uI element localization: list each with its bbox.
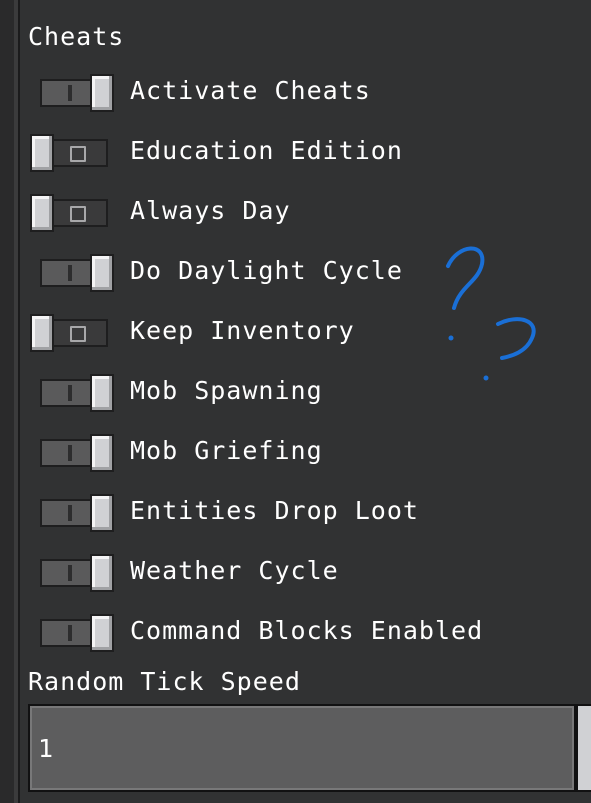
toggle-off-circle-icon [70,326,86,342]
toggle-knob[interactable] [90,554,114,592]
toggle-keep-inventory[interactable] [30,314,108,352]
toggle-off-circle-icon [70,206,86,222]
toggle-knob[interactable] [30,314,54,352]
toggle-mob-griefing[interactable] [40,434,118,472]
toggle-label: Mob Griefing [130,436,323,465]
toggle-label: Weather Cycle [130,556,339,585]
toggle-label: Activate Cheats [130,76,371,105]
random-tick-speed-label: Random Tick Speed [28,667,301,696]
toggle-do-daylight-cycle[interactable] [40,254,118,292]
toggle-knob[interactable] [90,74,114,112]
field-side-button[interactable] [576,704,591,792]
toggle-on-bar-icon [68,445,72,461]
toggle-command-blocks-enabled[interactable] [40,614,118,652]
toggle-on-bar-icon [68,505,72,521]
toggle-row-mob-griefing: Mob Griefing [0,427,591,477]
toggle-knob[interactable] [90,494,114,532]
toggle-on-bar-icon [68,625,72,641]
toggle-label: Entities Drop Loot [130,496,419,525]
toggle-activate-cheats[interactable] [40,74,118,112]
toggle-row-entities-drop-loot: Entities Drop Loot [0,487,591,537]
toggle-row-weather-cycle: Weather Cycle [0,547,591,597]
random-tick-speed-value: 1 [38,734,54,763]
toggle-label: Education Edition [130,136,403,165]
toggle-on-bar-icon [68,85,72,101]
toggle-row-command-blocks-enabled: Command Blocks Enabled [0,607,591,657]
random-tick-speed-input[interactable]: 1 [28,704,576,792]
toggle-education-edition[interactable] [30,134,108,172]
toggle-on-bar-icon [68,265,72,281]
toggle-knob[interactable] [90,434,114,472]
toggle-label: Command Blocks Enabled [130,616,484,645]
toggle-label: Do Daylight Cycle [130,256,403,285]
toggle-knob[interactable] [30,194,54,232]
toggle-entities-drop-loot[interactable] [40,494,118,532]
section-title-cheats: Cheats [28,22,125,51]
toggle-knob[interactable] [90,374,114,412]
toggle-row-activate-cheats: Activate Cheats [0,67,591,117]
toggle-label: Always Day [130,196,291,225]
toggle-label: Mob Spawning [130,376,323,405]
toggle-knob[interactable] [90,254,114,292]
question-mark-scribble-icon [446,246,536,381]
toggle-always-day[interactable] [30,194,108,232]
toggle-label: Keep Inventory [130,316,355,345]
toggle-knob[interactable] [90,614,114,652]
toggle-row-education-edition: Education Edition [0,127,591,177]
toggle-mob-spawning[interactable] [40,374,118,412]
toggle-weather-cycle[interactable] [40,554,118,592]
toggle-on-bar-icon [68,385,72,401]
toggle-row-always-day: Always Day [0,187,591,237]
toggle-on-bar-icon [68,565,72,581]
toggle-off-circle-icon [70,146,86,162]
toggle-knob[interactable] [30,134,54,172]
